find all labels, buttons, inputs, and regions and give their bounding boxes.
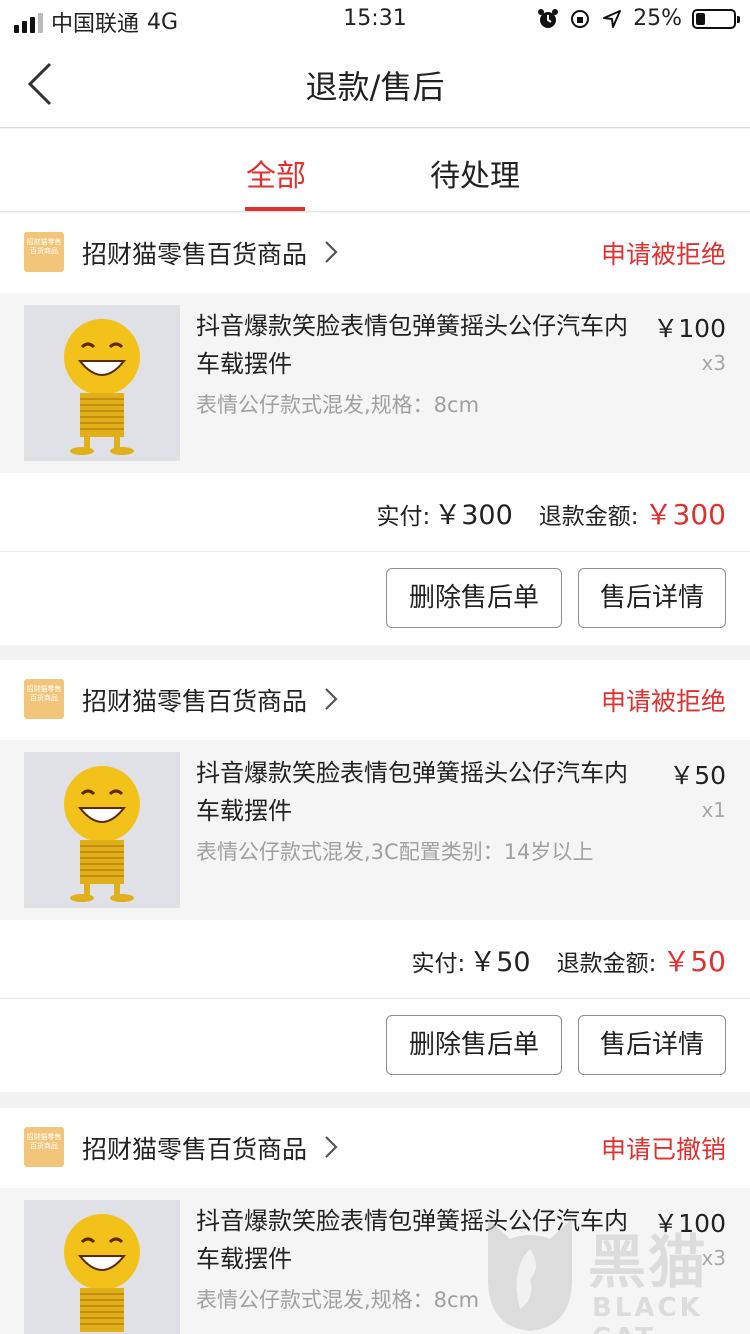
tab-active-indicator (245, 207, 305, 211)
status-bar: 中国联通 4G 15:31 25% (0, 0, 750, 40)
watermark-en: BLACK CAT (592, 1293, 703, 1334)
shop-row[interactable]: 招财猫零售百货商品 招财猫零售百货商品 申请被拒绝 (0, 213, 750, 293)
shop-row[interactable]: 招财猫零售百货商品 招财猫零售百货商品 申请已撤销 (0, 1108, 750, 1188)
battery-icon (692, 8, 740, 29)
paid-amount: ￥300 (434, 500, 513, 531)
shop-name[interactable]: 招财猫零售百货商品 (82, 682, 307, 718)
paid-amount: ￥50 (469, 947, 531, 978)
refund-card: 招财猫零售百货商品 招财猫零售百货商品 申请被拒绝 抖音爆款笑脸表情包弹簧摇头公… (0, 660, 750, 1092)
shop-logo: 招财猫零售百货商品 (24, 1127, 64, 1167)
tab-bar: 全部 待处理 (0, 129, 750, 212)
alarm-icon (538, 8, 559, 28)
chevron-right-icon (325, 241, 338, 263)
tab-all[interactable]: 全部 (246, 151, 306, 195)
product-price: ￥50 (669, 761, 726, 790)
smiley-toy-image (24, 305, 180, 461)
rotation-lock-icon (571, 9, 590, 28)
product-row[interactable]: 抖音爆款笑脸表情包弹簧摇头公仔汽车内车载摆件 表情公仔款式混发,规格：8cm ￥… (0, 293, 750, 473)
action-row: 删除售后单 售后详情 (0, 999, 750, 1092)
product-title[interactable]: 抖音爆款笑脸表情包弹簧摇头公仔汽车内车载摆件 (196, 754, 646, 830)
refund-amount-label: 退款金额: (538, 504, 639, 530)
shop-name[interactable]: 招财猫零售百货商品 (82, 235, 307, 271)
shop-logo: 招财猫零售百货商品 (24, 232, 64, 272)
black-cat-watermark: 黑猫 BLACK CAT (480, 1209, 750, 1334)
watermark-cn: 黑猫 (588, 1228, 709, 1296)
product-spec: 表情公仔款式混发,规格：8cm (196, 393, 480, 417)
nav-bar: 退款/售后 (0, 40, 750, 128)
product-image[interactable] (24, 305, 180, 461)
shop-name[interactable]: 招财猫零售百货商品 (82, 1130, 307, 1166)
chevron-right-icon (325, 1136, 338, 1158)
paid-label: 实付: (411, 951, 466, 977)
smiley-toy-image (24, 1200, 180, 1334)
product-quantity: x1 (701, 798, 726, 822)
product-image[interactable] (24, 1200, 180, 1334)
amount-row: 实付: ￥300 退款金额: ￥300 (0, 473, 750, 552)
refund-status: 申请已撤销 (600, 1135, 726, 1164)
aftersale-detail-button[interactable]: 售后详情 (578, 1015, 726, 1075)
black-cat-logo-icon (488, 1219, 572, 1331)
product-spec: 表情公仔款式混发,3C配置类别：14岁以上 (196, 840, 594, 864)
product-quantity: x3 (701, 351, 726, 375)
tab-pending[interactable]: 待处理 (430, 151, 520, 195)
refund-amount: ￥50 (662, 945, 726, 978)
refund-card: 招财猫零售百货商品 招财猫零售百货商品 申请被拒绝 抖音爆款笑脸表情包弹簧摇头公… (0, 213, 750, 645)
product-price: ￥100 (653, 314, 726, 343)
battery-fill (696, 12, 705, 25)
action-row: 删除售后单 售后详情 (0, 552, 750, 645)
battery-percent: 25% (633, 6, 682, 31)
chevron-right-icon (325, 688, 338, 710)
refund-status: 申请被拒绝 (600, 240, 726, 269)
page-title: 退款/售后 (305, 68, 445, 106)
delete-aftersale-button[interactable]: 删除售后单 (386, 568, 562, 628)
smiley-toy-image (24, 752, 180, 908)
paid-label: 实付: (376, 504, 431, 530)
product-title[interactable]: 抖音爆款笑脸表情包弹簧摇头公仔汽车内车载摆件 (196, 307, 646, 383)
amount-row: 实付: ￥50 退款金额: ￥50 (0, 920, 750, 999)
aftersale-detail-button[interactable]: 售后详情 (578, 568, 726, 628)
product-image[interactable] (24, 752, 180, 908)
location-icon (603, 9, 622, 28)
delete-aftersale-button[interactable]: 删除售后单 (386, 1015, 562, 1075)
product-row[interactable]: 抖音爆款笑脸表情包弹簧摇头公仔汽车内车载摆件 表情公仔款式混发,3C配置类别：1… (0, 740, 750, 920)
shop-row[interactable]: 招财猫零售百货商品 招财猫零售百货商品 申请被拒绝 (0, 660, 750, 740)
status-right: 25% (537, 6, 740, 31)
refund-amount: ￥300 (644, 498, 726, 531)
refund-status: 申请被拒绝 (600, 687, 726, 716)
refund-amount-label: 退款金额: (556, 951, 657, 977)
shop-logo: 招财猫零售百货商品 (24, 679, 64, 719)
